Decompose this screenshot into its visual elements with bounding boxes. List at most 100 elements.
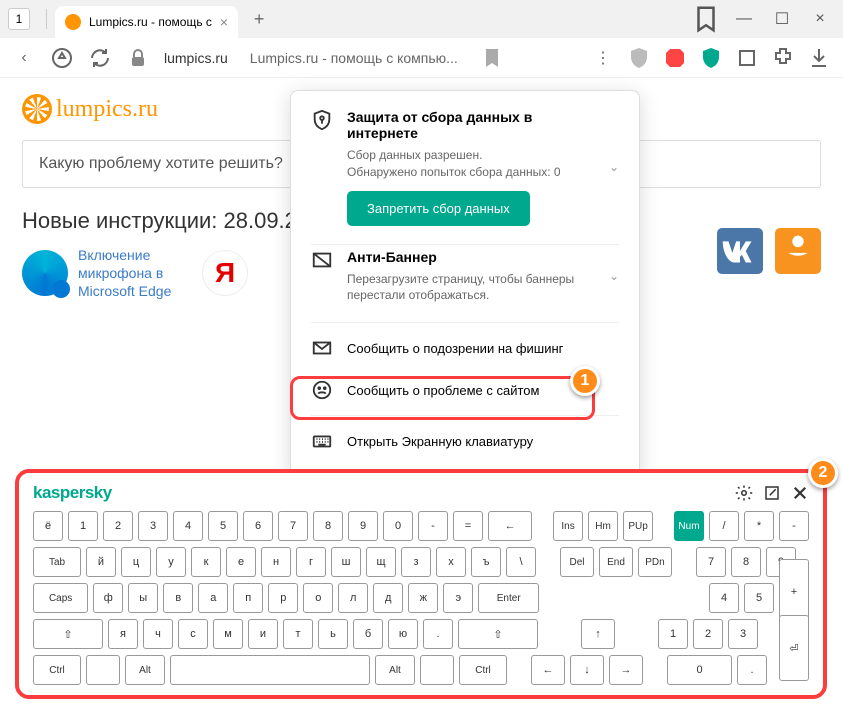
key-д[interactable]: д	[373, 583, 403, 613]
bookmark-icon[interactable]	[480, 46, 504, 70]
lock-icon[interactable]	[126, 46, 150, 70]
key-1[interactable]: 1	[68, 511, 98, 541]
key-2[interactable]: 2	[103, 511, 133, 541]
chevron-down-icon[interactable]: ⌄	[609, 160, 619, 174]
key-а[interactable]: а	[198, 583, 228, 613]
key-0[interactable]: 0	[383, 511, 413, 541]
key-1[interactable]: 1	[658, 619, 688, 649]
key-space[interactable]	[420, 655, 454, 685]
key-ш[interactable]: ш	[331, 547, 361, 577]
close-tab-icon[interactable]: ×	[220, 14, 228, 30]
key-й[interactable]: й	[86, 547, 116, 577]
key-End[interactable]: End	[599, 547, 633, 577]
key-ж[interactable]: ж	[408, 583, 438, 613]
key-space[interactable]	[86, 655, 120, 685]
key--[interactable]: -	[418, 511, 448, 541]
key-9[interactable]: 9	[348, 511, 378, 541]
key-Ctrl[interactable]: Ctrl	[33, 655, 81, 685]
key-⏎[interactable]: ⏎	[779, 615, 809, 681]
key-Del[interactable]: Del	[560, 547, 594, 577]
key-0[interactable]: 0	[667, 655, 732, 685]
tab-counter[interactable]: 1	[8, 8, 30, 30]
key-м[interactable]: м	[213, 619, 243, 649]
key-о[interactable]: о	[303, 583, 333, 613]
key-8[interactable]: 8	[313, 511, 343, 541]
key-н[interactable]: н	[261, 547, 291, 577]
block-data-button[interactable]: Запретить сбор данных	[347, 191, 530, 226]
ok-button[interactable]	[775, 228, 821, 274]
key-⇧[interactable]: ⇧	[33, 619, 103, 649]
maximize-icon[interactable]: ☐	[767, 4, 797, 34]
key-ю[interactable]: ю	[388, 619, 418, 649]
key-↓[interactable]: ↓	[570, 655, 604, 685]
reload-icon[interactable]	[88, 46, 112, 70]
key-ч[interactable]: ч	[143, 619, 173, 649]
yandex-icon[interactable]: Я	[202, 250, 248, 296]
open-keyboard-item[interactable]: Открыть Экранную клавиатуру	[311, 420, 619, 462]
key-.[interactable]: .	[423, 619, 453, 649]
key-→[interactable]: →	[609, 655, 643, 685]
menu-dots-icon[interactable]: ⋮	[591, 46, 615, 70]
key-Caps[interactable]: Caps	[33, 583, 88, 613]
key-Ctrl[interactable]: Ctrl	[459, 655, 507, 685]
settings-gear-icon[interactable]	[735, 484, 753, 502]
key-space[interactable]	[170, 655, 370, 685]
key-PUp[interactable]: PUp	[623, 511, 653, 541]
browser-tab[interactable]: Lumpics.ru - помощь с ×	[55, 6, 238, 38]
key-8[interactable]: 8	[731, 547, 761, 577]
key-\[interactable]: \	[506, 547, 536, 577]
key-4[interactable]: 4	[709, 583, 739, 613]
puzzle-icon[interactable]	[735, 46, 759, 70]
shield-grey-icon[interactable]	[627, 46, 651, 70]
vk-button[interactable]	[717, 228, 763, 274]
chevron-down-icon[interactable]: ⌄	[609, 269, 619, 283]
key-Hm[interactable]: Hm	[588, 511, 618, 541]
key-э[interactable]: э	[443, 583, 473, 613]
back-icon[interactable]: ‹	[12, 46, 36, 70]
key-к[interactable]: к	[191, 547, 221, 577]
key-←[interactable]: ←	[531, 655, 565, 685]
key-6[interactable]: 6	[243, 511, 273, 541]
key-т[interactable]: т	[283, 619, 313, 649]
key-7[interactable]: 7	[278, 511, 308, 541]
key-/[interactable]: /	[709, 511, 739, 541]
key-2[interactable]: 2	[693, 619, 723, 649]
home-icon[interactable]	[50, 46, 74, 70]
key-Alt[interactable]: Alt	[375, 655, 415, 685]
key-е[interactable]: е	[226, 547, 256, 577]
key-3[interactable]: 3	[138, 511, 168, 541]
url-field[interactable]: lumpics.ru Lumpics.ru - помощь с компью.…	[164, 43, 458, 73]
key-.[interactable]: .	[737, 655, 767, 685]
key-г[interactable]: г	[296, 547, 326, 577]
key-п[interactable]: п	[233, 583, 263, 613]
download-icon[interactable]	[807, 46, 831, 70]
key-ы[interactable]: ы	[128, 583, 158, 613]
key-*[interactable]: *	[744, 511, 774, 541]
key-ф[interactable]: ф	[93, 583, 123, 613]
key-р[interactable]: р	[268, 583, 298, 613]
key-и[interactable]: и	[248, 619, 278, 649]
key-Tab[interactable]: Tab	[33, 547, 81, 577]
report-phishing-item[interactable]: Сообщить о подозрении на фишинг	[311, 327, 619, 369]
key-я[interactable]: я	[108, 619, 138, 649]
key-←[interactable]: ←	[488, 511, 532, 541]
edit-icon[interactable]	[763, 484, 781, 502]
article-card-edge[interactable]: Включение микрофона в Microsoft Edge	[22, 246, 188, 301]
key-Alt[interactable]: Alt	[125, 655, 165, 685]
key-4[interactable]: 4	[173, 511, 203, 541]
adblock-icon[interactable]	[663, 46, 687, 70]
key-Num[interactable]: Num	[674, 511, 704, 541]
key-PDn[interactable]: PDn	[638, 547, 672, 577]
key-=[interactable]: =	[453, 511, 483, 541]
key-ё[interactable]: ё	[33, 511, 63, 541]
key-Ins[interactable]: Ins	[553, 511, 583, 541]
minimize-icon[interactable]: —	[729, 4, 759, 34]
key-б[interactable]: б	[353, 619, 383, 649]
key-с[interactable]: с	[178, 619, 208, 649]
key-в[interactable]: в	[163, 583, 193, 613]
key-⇧[interactable]: ⇧	[458, 619, 538, 649]
key-Enter[interactable]: Enter	[478, 583, 539, 613]
new-tab-button[interactable]: +	[246, 6, 272, 32]
key-у[interactable]: у	[156, 547, 186, 577]
key-ц[interactable]: ц	[121, 547, 151, 577]
